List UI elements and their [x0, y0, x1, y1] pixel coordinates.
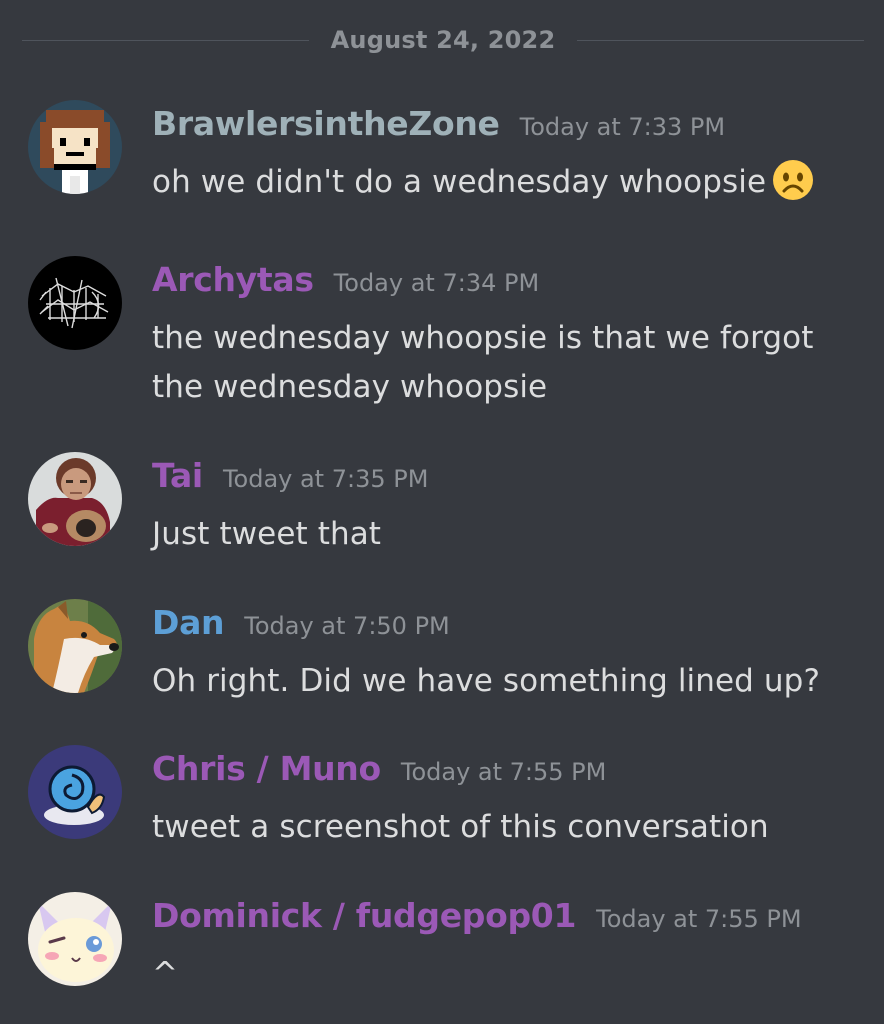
sketch-drawing-avatar-icon — [28, 256, 122, 350]
corgi-dog-avatar-icon — [28, 599, 122, 693]
message-line: Just tweet that — [152, 516, 382, 552]
username[interactable]: Dominick / fudgepop01 — [152, 896, 576, 935]
message[interactable]: Dominick / fudgepop01 Today at 7:55 PM ^ — [0, 892, 884, 1012]
message-line: oh we didn't do a wednesday whoopsie — [152, 164, 767, 200]
divider-line-left — [22, 39, 309, 41]
message[interactable]: Chris / Muno Today at 7:55 PM tweet a sc… — [0, 745, 884, 865]
message-content: ^ — [152, 950, 852, 999]
message[interactable]: Tai Today at 7:35 PM Just tweet that — [0, 452, 884, 572]
message[interactable]: Dan Today at 7:50 PM Oh right. Did we ha… — [0, 599, 884, 719]
message-content: tweet a screenshot of this conversation — [152, 803, 852, 852]
avatar[interactable] — [28, 452, 122, 546]
avatar[interactable] — [28, 256, 122, 350]
pixel-character-avatar-icon — [28, 100, 122, 194]
username[interactable]: Chris / Muno — [152, 749, 381, 788]
message-content: Oh right. Did we have something lined up… — [152, 657, 852, 706]
avatar[interactable] — [28, 599, 122, 693]
date-divider-label: August 24, 2022 — [330, 26, 556, 54]
message-header: Chris / Muno Today at 7:55 PM — [152, 749, 606, 793]
timestamp: Today at 7:50 PM — [244, 612, 450, 640]
message-content: the wednesday whoopsie is that we forgot… — [152, 314, 852, 412]
timestamp: Today at 7:34 PM — [333, 269, 540, 297]
message[interactable]: BrawlersintheZone Today at 7:33 PM oh we… — [0, 100, 884, 220]
frowning-face-icon — [772, 159, 814, 201]
timestamp: Today at 7:55 PM — [400, 758, 607, 786]
message-line: the wednesday whoopsie is that we forgot — [152, 320, 814, 356]
message-line: ^ — [152, 956, 179, 992]
message-line: the wednesday whoopsie — [152, 369, 548, 405]
username[interactable]: Dan — [152, 603, 225, 642]
date-divider: August 24, 2022 — [22, 22, 864, 58]
timestamp: Today at 7:55 PM — [596, 905, 802, 933]
username[interactable]: BrawlersintheZone — [152, 104, 500, 143]
message-line: tweet a screenshot of this conversation — [152, 809, 769, 845]
timestamp: Today at 7:35 PM — [222, 465, 429, 493]
message-line: Oh right. Did we have something lined up… — [152, 663, 820, 699]
message-header: Tai Today at 7:35 PM — [152, 456, 428, 500]
message-header: Archytas Today at 7:34 PM — [152, 260, 539, 304]
avatar[interactable] — [28, 892, 122, 986]
avatar[interactable] — [28, 100, 122, 194]
anime-cat-avatar-icon — [28, 892, 122, 986]
message-header: BrawlersintheZone Today at 7:33 PM — [152, 104, 725, 148]
message-content: Just tweet that — [152, 510, 852, 559]
username[interactable]: Tai — [152, 456, 203, 495]
message-header: Dominick / fudgepop01 Today at 7:55 PM — [152, 896, 802, 940]
username[interactable]: Archytas — [152, 260, 314, 299]
message-content: oh we didn't do a wednesday whoopsie — [152, 158, 852, 207]
divider-line-right — [577, 39, 864, 41]
message[interactable]: Archytas Today at 7:34 PM the wednesday … — [0, 256, 884, 405]
timestamp: Today at 7:33 PM — [519, 113, 726, 141]
message-header: Dan Today at 7:50 PM — [152, 603, 450, 647]
avatar[interactable] — [28, 745, 122, 839]
blue-snail-avatar-icon — [28, 745, 122, 839]
person-with-dog-avatar-icon — [28, 452, 122, 546]
